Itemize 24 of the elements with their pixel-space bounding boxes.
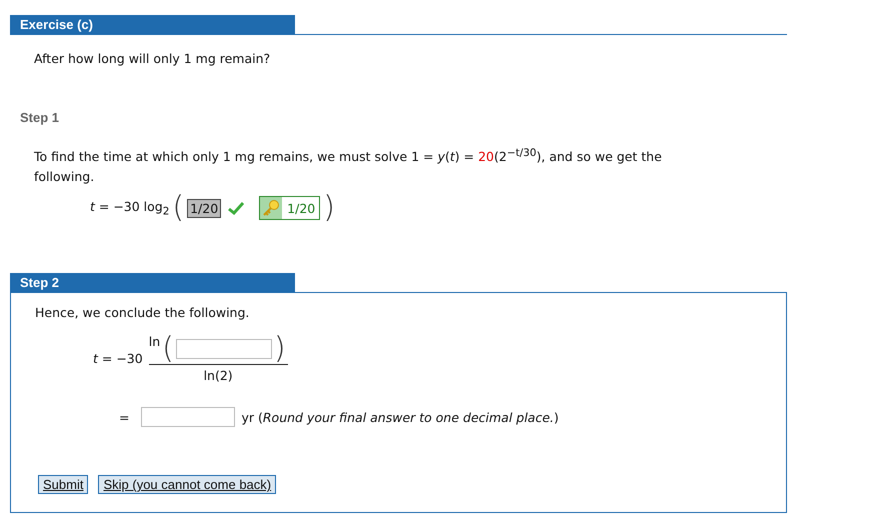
parenthesis: ) bbox=[323, 193, 335, 224]
step-text: Hence, we conclude the following. bbox=[35, 305, 250, 320]
section-header: Step 2 bbox=[10, 273, 295, 292]
function-label: ln bbox=[148, 334, 160, 350]
unit-hint: yr (Round your final answer to one decimal place.) bbox=[241, 410, 559, 425]
equation-text: t = −30 log$_{2}$ bbox=[90, 198, 170, 218]
input-field[interactable] bbox=[176, 339, 272, 360]
skip-button[interactable]: Skip (you cannot come back) bbox=[98, 475, 276, 494]
question-text: After how long will only 1 mg remain? bbox=[34, 51, 272, 66]
parenthesis: ( bbox=[172, 193, 184, 224]
answer-key-box: 1/20 bbox=[259, 196, 320, 220]
denominator-text: ln(2) bbox=[204, 368, 233, 384]
answer-input[interactable] bbox=[141, 407, 236, 428]
parenthesis: ) bbox=[274, 334, 286, 364]
answer-field[interactable]: 1/20 bbox=[187, 198, 222, 218]
step-label: Step 1 bbox=[20, 110, 60, 125]
check-icon bbox=[228, 202, 244, 215]
equation-text: t = −30 bbox=[93, 351, 143, 366]
submit-button[interactable]: Submit bbox=[38, 475, 88, 494]
step-explanation: To find the time at which only 1 mg remains, we must solve 1 = y(t) = 20(2$^{−t/30}$), and so we get the following. bbox=[34, 146, 663, 186]
parenthesis: ( bbox=[162, 334, 174, 364]
equals-sign: = bbox=[119, 410, 130, 425]
key-icon bbox=[262, 199, 280, 218]
section-header: Exercise (c) bbox=[10, 15, 295, 34]
